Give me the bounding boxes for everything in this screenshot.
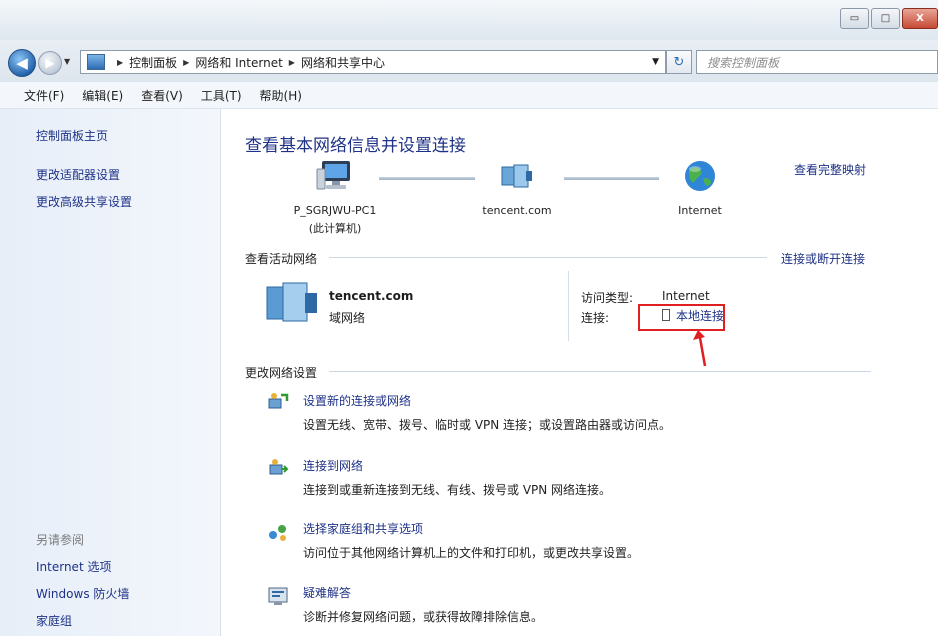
breadcrumb-sharing-center[interactable]: 网络和共享中心 bbox=[301, 54, 385, 71]
refresh-button[interactable]: ↻ bbox=[666, 50, 692, 74]
highlight-box bbox=[638, 304, 725, 331]
window-controls: ▭ □ X bbox=[838, 8, 938, 29]
computer-name: P_SGRJWU-PC1 bbox=[265, 204, 405, 217]
internet-label: Internet bbox=[645, 204, 755, 217]
menu-help[interactable]: 帮助(H) bbox=[260, 87, 302, 104]
task-setup-connection-link[interactable]: 设置新的连接或网络 bbox=[303, 392, 411, 409]
search-input[interactable]: 搜索控制面板 bbox=[696, 50, 938, 74]
computer-icon bbox=[316, 159, 354, 193]
access-type-value: Internet bbox=[662, 289, 710, 303]
troubleshoot-icon bbox=[267, 585, 289, 607]
task-troubleshoot-desc: 诊断并修复网络问题，或获得故障排除信息。 bbox=[303, 608, 543, 625]
address-dropdown-icon[interactable]: ▼ bbox=[652, 57, 659, 67]
map-node-computer[interactable]: P_SGRJWU-PC1 (此计算机) bbox=[265, 159, 405, 236]
map-node-internet[interactable]: Internet bbox=[645, 159, 755, 217]
breadcrumb-separator-icon[interactable]: ▶ bbox=[289, 58, 295, 67]
active-networks-header: 查看活动网络 bbox=[245, 250, 317, 267]
menu-tools[interactable]: 工具(T) bbox=[201, 87, 242, 104]
homegroup-icon bbox=[267, 521, 289, 543]
connect-disconnect-link[interactable]: 连接或断开连接 bbox=[781, 250, 865, 267]
sidebar-item-windows-firewall[interactable]: Windows 防火墙 bbox=[36, 585, 129, 602]
task-troubleshoot-link[interactable]: 疑难解答 bbox=[303, 584, 351, 601]
breadcrumb-network-internet[interactable]: 网络和 Internet bbox=[195, 54, 282, 71]
breadcrumb: ▶ 控制面板 ▶ 网络和 Internet ▶ 网络和共享中心 bbox=[111, 54, 385, 71]
computer-sub: (此计算机) bbox=[265, 220, 405, 236]
change-settings-header: 更改网络设置 bbox=[245, 364, 317, 381]
navigation-bar: ◀ ▶ ▼ ▶ 控制面板 ▶ 网络和 Internet ▶ 网络和共享中心 ▼ … bbox=[0, 40, 938, 82]
maximize-button[interactable]: □ bbox=[871, 8, 900, 29]
menu-bar: 文件(F) 编辑(E) 查看(V) 工具(T) 帮助(H) bbox=[0, 82, 938, 109]
network-type: 域网络 bbox=[329, 309, 365, 326]
address-bar[interactable]: ▶ 控制面板 ▶ 网络和 Internet ▶ 网络和共享中心 ▼ bbox=[80, 50, 666, 74]
sidebar-item-control-panel-home[interactable]: 控制面板主页 bbox=[36, 127, 108, 144]
menu-edit[interactable]: 编辑(E) bbox=[82, 87, 123, 104]
section-divider bbox=[329, 257, 767, 258]
sidebar: 控制面板主页 更改适配器设置 更改高级共享设置 另请参阅 Internet 选项… bbox=[0, 109, 221, 636]
sidebar-item-advanced-sharing[interactable]: 更改高级共享设置 bbox=[36, 193, 132, 210]
close-button[interactable]: X bbox=[902, 8, 938, 29]
control-panel-icon bbox=[87, 54, 105, 70]
connect-network-icon bbox=[267, 457, 289, 479]
annotation-arrow-icon bbox=[691, 328, 721, 368]
domain-network-icon bbox=[498, 159, 536, 193]
task-setup-connection-desc: 设置无线、宽带、拨号、临时或 VPN 连接；或设置路由器或访问点。 bbox=[303, 416, 671, 433]
task-homegroup-desc: 访问位于其他网络计算机上的文件和打印机，或更改共享设置。 bbox=[303, 544, 639, 561]
task-connect-network-desc: 连接到或重新连接到无线、有线、拨号或 VPN 网络连接。 bbox=[303, 481, 611, 498]
breadcrumb-separator-icon[interactable]: ▶ bbox=[117, 58, 123, 67]
minimize-button[interactable]: ▭ bbox=[840, 8, 869, 29]
page-title: 查看基本网络信息并设置连接 bbox=[245, 131, 466, 156]
back-button[interactable]: ◀ bbox=[8, 49, 36, 77]
globe-icon bbox=[681, 159, 719, 193]
task-homegroup-link[interactable]: 选择家庭组和共享选项 bbox=[303, 520, 423, 537]
connection-label: 连接: bbox=[581, 309, 609, 326]
task-connect-network-link[interactable]: 连接到网络 bbox=[303, 457, 363, 474]
forward-button[interactable]: ▶ bbox=[38, 51, 62, 75]
access-type-label: 访问类型: bbox=[581, 289, 633, 306]
sidebar-item-internet-options[interactable]: Internet 选项 bbox=[36, 558, 111, 575]
section-divider bbox=[329, 371, 871, 372]
view-full-map-link[interactable]: 查看完整映射 bbox=[794, 161, 866, 178]
menu-view[interactable]: 查看(V) bbox=[141, 87, 183, 104]
network-divider bbox=[568, 271, 569, 341]
menu-file[interactable]: 文件(F) bbox=[24, 87, 64, 104]
domain-network-icon bbox=[265, 281, 321, 323]
recent-pages-dropdown-icon[interactable]: ▼ bbox=[64, 57, 70, 66]
domain-name: tencent.com bbox=[457, 204, 577, 217]
network-name: tencent.com bbox=[329, 289, 413, 303]
sidebar-item-homegroup[interactable]: 家庭组 bbox=[36, 612, 72, 629]
search-placeholder: 搜索控制面板 bbox=[707, 54, 779, 71]
breadcrumb-separator-icon[interactable]: ▶ bbox=[183, 58, 189, 67]
new-connection-icon bbox=[267, 391, 289, 413]
see-also-title: 另请参阅 bbox=[36, 531, 84, 548]
main-content: 查看基本网络信息并设置连接 查看完整映射 P_SGRJWU-PC1 (此计算机)… bbox=[221, 109, 938, 636]
sidebar-item-change-adapter[interactable]: 更改适配器设置 bbox=[36, 166, 120, 183]
map-node-domain[interactable]: tencent.com bbox=[457, 159, 577, 217]
breadcrumb-control-panel[interactable]: 控制面板 bbox=[129, 54, 177, 71]
title-bar: ▭ □ X bbox=[0, 0, 938, 40]
